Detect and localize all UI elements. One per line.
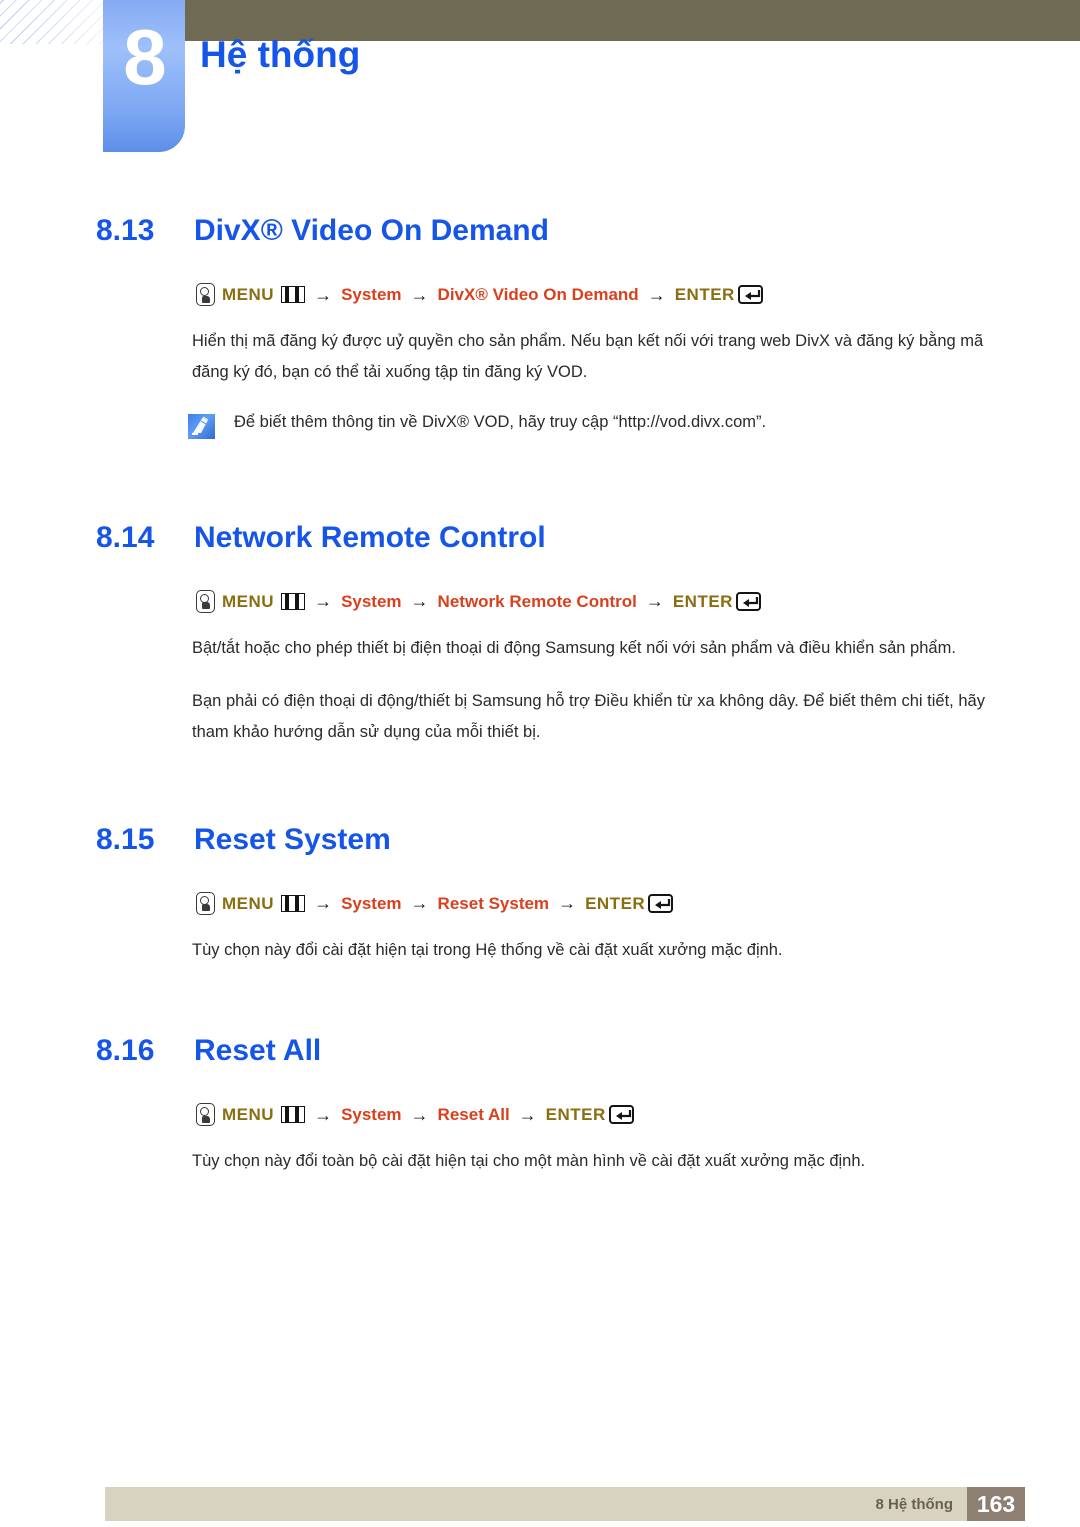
path-arrow-1: → [314, 893, 333, 914]
page-header: 8 Hệ thống [0, 0, 1080, 170]
menu-path-item-target: Network Remote Control [437, 591, 637, 611]
press-button-icon [196, 891, 215, 915]
enter-label: ENTER [545, 1105, 606, 1125]
section-8-13: 8.13 DivX® Video On Demand MENU → System… [0, 170, 1080, 439]
enter-label: ENTER [672, 591, 733, 611]
section-number: 8.14 [96, 520, 155, 554]
section-heading-8-16: 8.16 Reset All [0, 1034, 1080, 1068]
hatch-decoration-fade [0, 0, 113, 44]
section-body2-8-14: Bạn phải có điện thoại di động/thiết bị … [192, 692, 985, 742]
enter-return-icon [608, 1105, 634, 1125]
page-content: 8.13 DivX® Video On Demand MENU → System… [0, 170, 1080, 1177]
enter-return-icon [648, 893, 674, 913]
section-heading-8-13: 8.13 DivX® Video On Demand [0, 214, 1080, 248]
section-title: DivX® Video On Demand [194, 214, 549, 247]
enter-return-icon [735, 591, 761, 611]
menu-path-item-target: Reset System [437, 893, 550, 913]
section-heading-8-15: 8.15 Reset System [0, 823, 1080, 857]
menu-path-8-13: MENU → System → DivX® Video On Demand → … [0, 283, 1080, 306]
path-arrow-3: → [645, 591, 664, 612]
menu-path-item-system: System [341, 591, 402, 611]
menu-label: MENU [222, 591, 275, 611]
menu-bars-icon [281, 592, 306, 610]
menu-bars-icon [281, 894, 306, 912]
menu-path-item-system: System [341, 1105, 402, 1125]
note-pen-icon [188, 413, 215, 439]
path-arrow-1: → [314, 591, 333, 612]
section-8-15: 8.15 Reset System MENU → System → Reset … [0, 749, 1080, 966]
page-footer: 8 Hệ thống 163 [105, 1487, 1025, 1521]
menu-bars-icon [281, 286, 306, 303]
section-body-8-15: Tùy chọn này đổi cài đặt hiện tại trong … [192, 940, 783, 959]
section-8-14: 8.14 Network Remote Control MENU → Syste… [0, 439, 1080, 749]
press-button-icon [196, 1103, 215, 1127]
section-number: 8.16 [96, 1034, 155, 1068]
section-number: 8.15 [96, 822, 155, 856]
path-arrow-1: → [314, 284, 333, 305]
footer-page-number: 163 [967, 1487, 1025, 1521]
section-body-8-14: Bật/tắt hoặc cho phép thiết bị điện thoạ… [192, 638, 956, 657]
menu-label: MENU [222, 285, 275, 304]
enter-return-icon [737, 285, 763, 304]
section-number: 8.13 [96, 214, 155, 247]
enter-label: ENTER [674, 285, 735, 304]
chapter-number: 8 [123, 13, 166, 101]
menu-label: MENU [222, 1105, 275, 1125]
path-arrow-3: → [647, 284, 666, 305]
menu-path-item-system: System [341, 893, 402, 913]
section-heading-8-14: 8.14 Network Remote Control [0, 521, 1080, 555]
section-title: Reset System [194, 822, 391, 856]
menu-path-item-system: System [341, 285, 402, 304]
note-text-8-13: Để biết thêm thông tin về DivX® VOD, hãy… [234, 412, 767, 431]
section-body-8-16: Tùy chọn này đổi toàn bộ cài đặt hiện tạ… [192, 1152, 866, 1171]
menu-path-item-target: DivX® Video On Demand [437, 285, 639, 304]
section-8-16: 8.16 Reset All MENU → System → Reset All… [0, 966, 1080, 1177]
menu-path-8-14: MENU → System → Network Remote Control →… [0, 589, 1080, 613]
menu-bars-icon [281, 1106, 306, 1124]
press-button-icon [196, 589, 215, 613]
path-arrow-2: → [410, 591, 429, 612]
section-body-8-13: Hiển thị mã đăng ký được uỷ quyền cho sả… [192, 332, 984, 382]
section-title: Network Remote Control [194, 520, 546, 554]
section-title: Reset All [194, 1034, 322, 1068]
path-arrow-2: → [410, 1104, 429, 1125]
chapter-title: Hệ thống [200, 34, 361, 75]
menu-path-8-16: MENU → System → Reset All → ENTER [0, 1103, 1080, 1127]
path-arrow-2: → [410, 893, 429, 914]
menu-path-8-15: MENU → System → Reset System → ENTER [0, 891, 1080, 915]
menu-path-item-target: Reset All [437, 1105, 510, 1125]
footer-chapter-label: 8 Hệ thống [875, 1495, 954, 1513]
path-arrow-1: → [314, 1104, 333, 1125]
menu-label: MENU [222, 893, 275, 913]
path-arrow-2: → [410, 284, 429, 305]
path-arrow-3: → [558, 893, 577, 914]
path-arrow-3: → [518, 1104, 537, 1125]
enter-label: ENTER [585, 893, 646, 913]
press-button-icon [196, 283, 215, 306]
note-8-13: Để biết thêm thông tin về DivX® VOD, hãy… [0, 411, 1080, 439]
